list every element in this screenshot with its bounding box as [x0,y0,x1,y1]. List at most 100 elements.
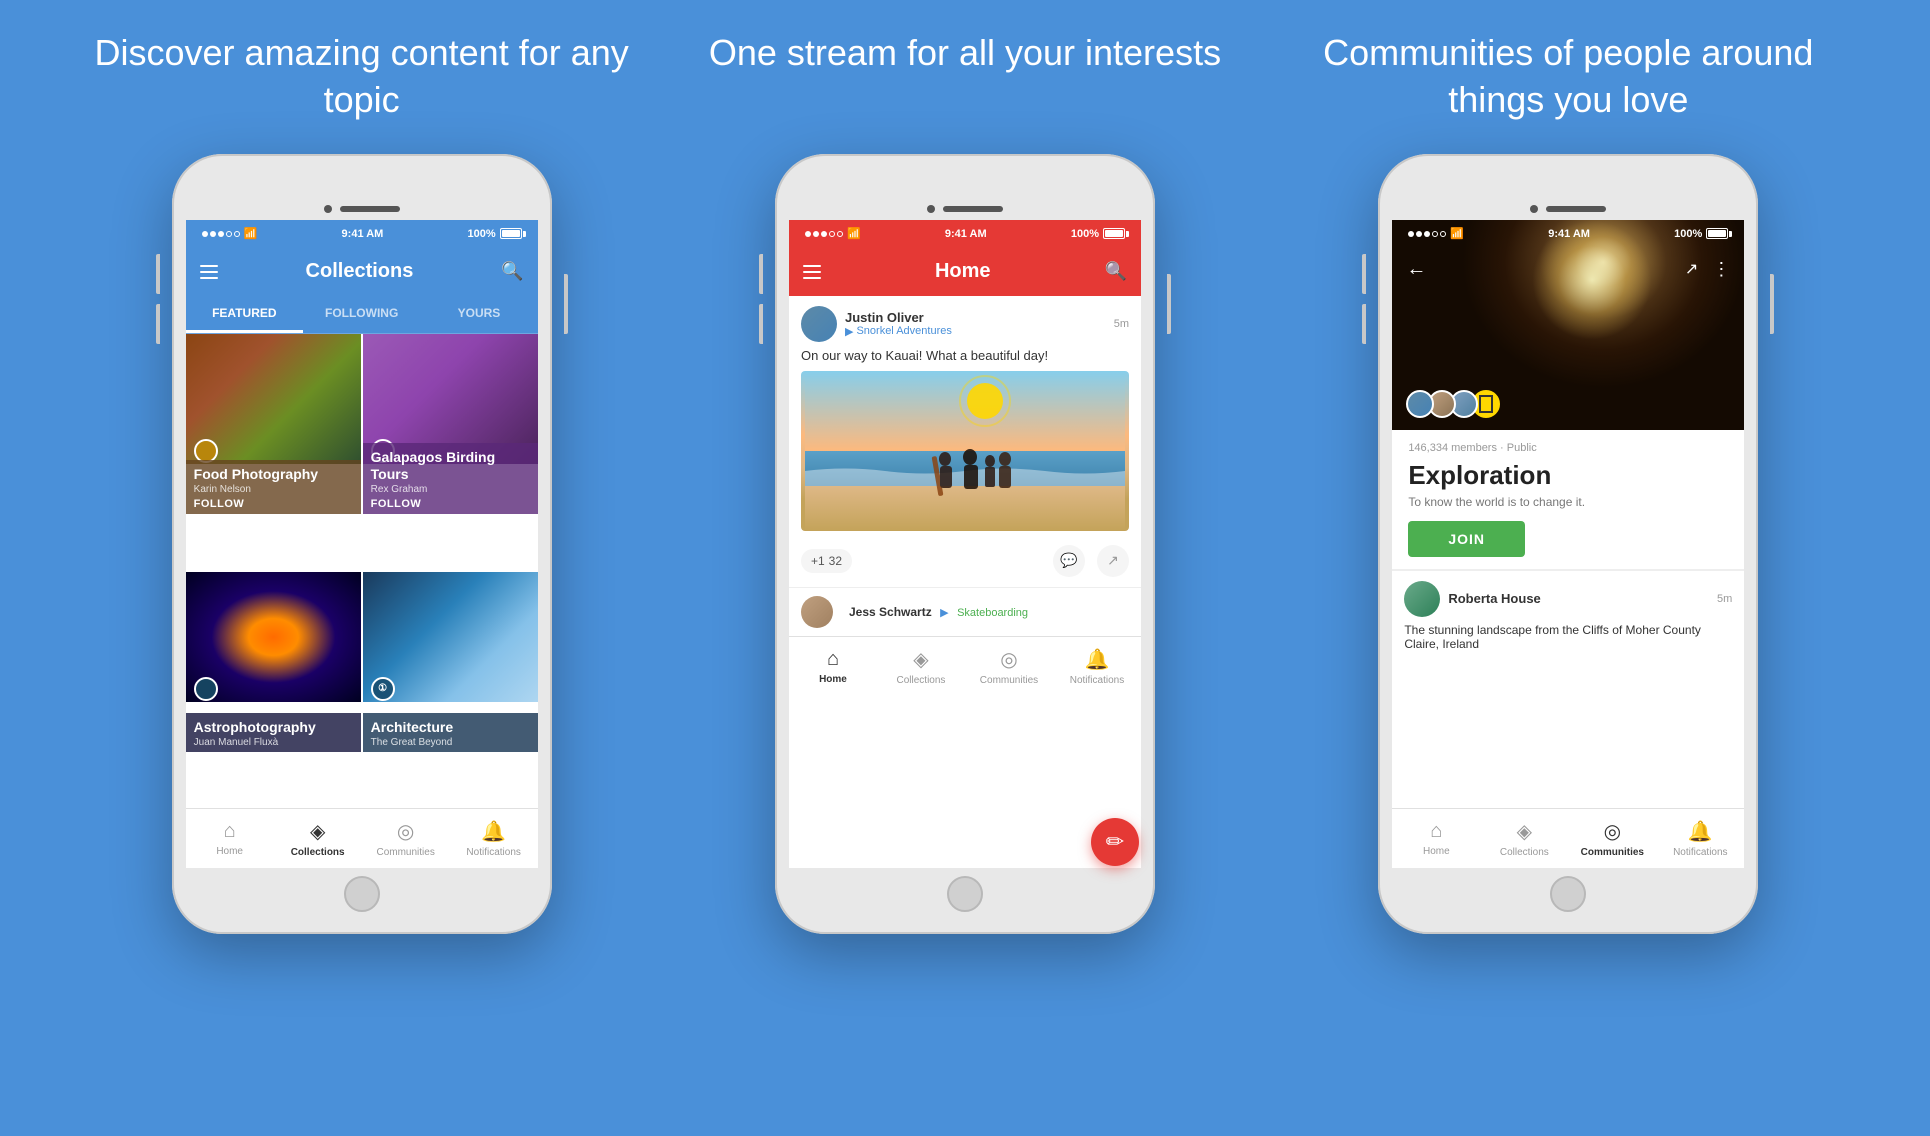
bottom-nav-3: ⌂ Home ◈ Collections ◎ Communities 🔔 Not… [1392,808,1744,868]
nav-notifications-2[interactable]: 🔔 Notifications [1053,641,1141,692]
collection-card-food[interactable]: Food Photography Karin Nelson FOLLOW [186,334,361,514]
hl1 [803,265,821,267]
nav-home-icon-3: ⌂ [1430,820,1442,843]
signal-dots-1 [202,231,240,237]
post1-collection[interactable]: ▶ Snorkel Adventures [845,325,1114,338]
search-button-2[interactable]: 🔍 [1105,261,1127,282]
join-button[interactable]: JOIN [1408,521,1525,557]
tagline-3: Communities of people around things you … [1288,30,1848,124]
status-right-3: 100% [1674,228,1728,240]
time-2: 9:41 AM [945,228,987,240]
nav-home-label-3: Home [1423,846,1450,857]
phone-3: 📶 9:41 AM 100% ← ↗ ⋮ [1378,154,1758,934]
nav-home-1[interactable]: ⌂ Home [186,814,274,863]
nav-collections-1[interactable]: ◈ Collections [274,813,362,864]
nav-communities-3[interactable]: ◎ Communities [1568,813,1656,864]
nav-notifications-3[interactable]: 🔔 Notifications [1656,813,1744,864]
post2-user-info: Jess Schwartz ▶ Skateboarding [849,603,1129,621]
community-avatars [1406,390,1500,418]
collections-grid: Food Photography Karin Nelson FOLLOW Gal… [186,334,538,808]
status-left-1: 📶 [202,227,258,240]
nav-collections-3[interactable]: ◈ Collections [1480,813,1568,864]
collection-card-astro[interactable]: Astrophotography Juan Manuel Fluxà [186,572,361,752]
status-right-2: 100% [1071,228,1125,240]
battery-icon-2 [1103,228,1125,239]
wifi-2: 📶 [847,227,861,240]
nav-collections-label-1: Collections [291,847,345,858]
time-3: 9:41 AM [1548,228,1590,240]
app-bar-2: Home 🔍 [789,248,1141,296]
post1-header: Justin Oliver ▶ Snorkel Adventures 5m [801,306,1129,342]
card-title-birds: Galapagos Birding Tours [371,449,530,483]
tab-following[interactable]: FOLLOWING [303,296,420,333]
battery-fill-2 [1105,230,1123,237]
nav-communities-1[interactable]: ◎ Communities [362,813,450,864]
collection-card-birds[interactable]: Galapagos Birding Tours Rex Graham FOLLO… [363,334,538,514]
battery-icon-1 [500,228,522,239]
fab-compose[interactable]: ✏ [1091,818,1139,866]
hamburger-line-1 [200,265,218,267]
share-icon-3[interactable]: ↗ [1685,259,1698,280]
card-subtitle-arch: The Great Beyond [371,737,530,748]
nav-notifications-1[interactable]: 🔔 Notifications [450,813,538,864]
post1-username: Justin Oliver [845,310,1114,325]
community-members: 146,334 members · Public [1408,442,1728,454]
menu-icon-2[interactable] [803,265,821,279]
community-post-header: Roberta House 5m [1404,581,1732,617]
menu-icon-1[interactable] [200,265,218,279]
community-hero: 📶 9:41 AM 100% ← ↗ ⋮ [1392,220,1744,430]
phone3-bezel-bottom [1392,868,1744,920]
phone2-screen: 📶 9:41 AM 100% Home 🔍 [789,220,1141,868]
collection-card-arch[interactable]: ① Architecture The Great Beyond [363,572,538,752]
community-post-user: Roberta House [1448,591,1717,606]
status-right-1: 100% [468,228,522,240]
hl2 [803,271,821,273]
nav-home-3[interactable]: ⌂ Home [1392,814,1480,863]
tagline-2: One stream for all your interests [685,30,1245,124]
more-icon-3[interactable]: ⋮ [1712,259,1730,280]
post2-collection: Skateboarding [957,607,1028,619]
card-follow-food[interactable]: FOLLOW [194,498,353,510]
card-avatar-arch: ① [371,677,395,701]
home-button-1[interactable] [344,876,380,912]
dot2 [210,231,216,237]
post1-image [801,371,1129,531]
back-button-3[interactable]: ← [1406,258,1426,281]
nav-communities-label-2: Communities [980,675,1038,686]
tab-yours[interactable]: YOURS [420,296,537,333]
person1-body [940,466,952,488]
phone3-bezel-top [1392,168,1744,220]
sand-rect [805,486,1125,531]
card-title-arch: Architecture [371,719,530,736]
phone2-bezel-bottom [789,868,1141,920]
share-button[interactable]: ↗ [1097,545,1129,577]
nav-collections-icon-1: ◈ [310,819,325,844]
bottom-nav-2: ⌂ Home ◈ Collections ◎ Communities 🔔 Not… [789,636,1141,696]
phone1-bezel-bottom [186,868,538,920]
nav-notifications-icon-2: 🔔 [1085,647,1110,672]
signal-2 [805,231,843,237]
home-button-2[interactable] [947,876,983,912]
nav-home-2[interactable]: ⌂ Home [789,642,877,691]
nav-communities-icon-1: ◎ [397,819,414,844]
community-post-username: Roberta House [1448,591,1717,606]
home-button-3[interactable] [1550,876,1586,912]
community-post-time: 5m [1717,593,1732,605]
comment-button[interactable]: 💬 [1053,545,1085,577]
search-button-1[interactable]: 🔍 [501,261,523,282]
beach-svg [801,371,1129,531]
nav-collections-2[interactable]: ◈ Collections [877,641,965,692]
phone1-bezel-top [186,168,538,220]
nav-home-icon-1: ⌂ [224,820,236,843]
like-button[interactable]: +1 32 [801,549,852,573]
phone2-bezel-top [789,168,1141,220]
nav-communities-2[interactable]: ◎ Communities [965,641,1053,692]
card-author-food: Karin Nelson [194,484,353,495]
nav-collections-label-3: Collections [1500,847,1549,858]
post1-avatar [801,306,837,342]
nat-geo-rect [1479,395,1493,413]
tab-featured[interactable]: FEATURED [186,296,303,333]
card-follow-birds[interactable]: FOLLOW [371,498,530,510]
phone3-camera [1530,205,1538,213]
card-info-astro: Astrophotography Juan Manuel Fluxà [186,713,361,752]
